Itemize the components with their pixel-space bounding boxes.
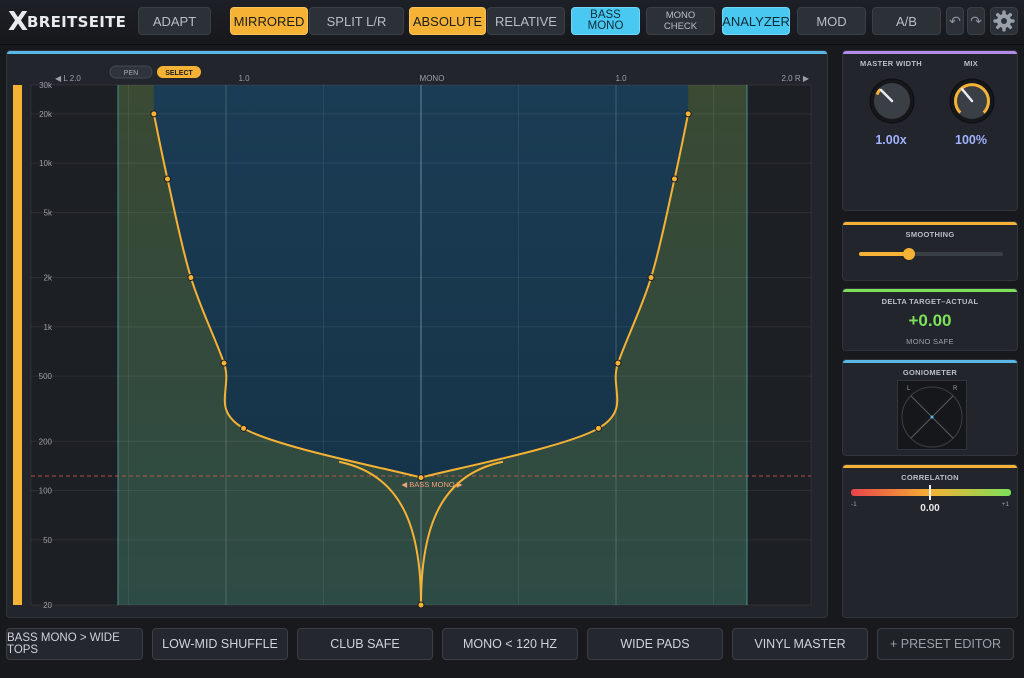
master-width-knob[interactable] xyxy=(868,77,916,125)
preset-vinyl-master[interactable]: VINYL MASTER xyxy=(732,628,868,660)
y-axis-tick-label: 20 xyxy=(43,601,52,610)
delta-status: MONO SAFE xyxy=(906,337,954,346)
curve-node[interactable] xyxy=(417,601,425,609)
delta-panel: DELTA TARGET–ACTUAL +0.00 MONO SAFE xyxy=(842,288,1018,351)
x-axis-right-label: 2.0 R ▶ xyxy=(782,74,810,83)
correlation-label: CORRELATION xyxy=(901,473,959,482)
smoothing-label: SMOOTHING xyxy=(905,230,955,239)
bass-mono-button[interactable]: BASS MONO xyxy=(571,7,640,35)
preset-bass-mono-wide-tops[interactable]: BASS MONO > WIDE TOPS xyxy=(6,628,143,660)
width-curve-graph[interactable]: ◀ BASS MONO ▶ ◀ L 2.0 1.0 MONO 1.0 2.0 R… xyxy=(7,51,829,619)
x-axis-center-label: MONO xyxy=(420,74,445,83)
goniometer-r-label: R xyxy=(953,386,958,392)
master-width-label: MASTER WIDTH xyxy=(860,59,922,68)
mono-check-button[interactable]: MONO CHECK xyxy=(646,7,715,35)
panel-accent-bar xyxy=(843,289,1017,292)
smoothing-panel: SMOOTHING xyxy=(842,221,1018,281)
ab-button[interactable]: A/B xyxy=(872,7,941,35)
correlation-panel: CORRELATION -1 +1 0.00 xyxy=(842,464,1018,618)
panel-accent-bar xyxy=(843,222,1017,225)
correlation-value: 0.00 xyxy=(920,503,940,514)
level-meter-bar xyxy=(13,85,22,605)
logo-mark: X xyxy=(8,7,28,37)
y-axis-tick-label: 10k xyxy=(39,159,53,168)
split-lr-button[interactable]: SPLIT L/R xyxy=(309,7,404,35)
delta-value: +0.00 xyxy=(908,311,952,330)
mod-button[interactable]: MOD xyxy=(797,7,866,35)
curve-node[interactable] xyxy=(164,175,171,183)
absolute-button[interactable]: ABSOLUTE xyxy=(409,7,486,35)
mix-knob[interactable] xyxy=(948,77,996,125)
mix-value: 100% xyxy=(955,133,987,147)
curve-node[interactable] xyxy=(614,359,622,367)
panel-accent-bar xyxy=(843,465,1017,468)
preset-club-safe[interactable]: CLUB SAFE xyxy=(297,628,433,660)
preset-wide-pads[interactable]: WIDE PADS xyxy=(587,628,723,660)
goniometer-display: L R xyxy=(897,380,967,450)
y-axis-tick-label: 30k xyxy=(39,81,53,90)
smoothing-slider-track[interactable] xyxy=(859,248,1003,260)
smoothing-slider-handle[interactable] xyxy=(903,248,916,260)
x-axis-left-label: ◀ L 2.0 xyxy=(55,74,81,83)
undo-icon[interactable]: ↶ xyxy=(946,7,964,35)
panel-accent-bar xyxy=(843,360,1017,363)
pen-tool-label: PEN xyxy=(124,70,138,77)
goniometer-label: GONIOMETER xyxy=(902,368,958,377)
smoothing-slider-fill xyxy=(859,252,910,256)
y-axis-tick-label: 1k xyxy=(44,323,53,332)
mono-check-label-1: MONO xyxy=(665,10,696,21)
curve-node[interactable] xyxy=(240,424,248,432)
y-axis-tick-label: 50 xyxy=(43,536,52,545)
master-width-value: 1.00x xyxy=(875,133,907,147)
y-axis-tick-label: 20k xyxy=(39,110,53,119)
logo-text: BREITSEITE xyxy=(27,13,127,31)
preset-mono-120hz[interactable]: MONO < 120 HZ xyxy=(442,628,578,660)
y-axis-tick-label: 500 xyxy=(39,372,53,381)
curve-node[interactable] xyxy=(187,274,195,282)
mix-label: MIX xyxy=(963,59,979,68)
top-toolbar: X BREITSEITE ADAPT MIRRORED SPLIT L/R AB… xyxy=(0,0,1024,45)
y-axis-tick-label: 5k xyxy=(44,208,53,217)
goniometer-panel: GONIOMETER L R xyxy=(842,359,1018,456)
redo-icon[interactable]: ↷ xyxy=(967,7,985,35)
adapt-button[interactable]: ADAPT xyxy=(138,7,211,35)
curve-node[interactable] xyxy=(417,474,425,482)
x-axis-right-mid-label: 1.0 xyxy=(615,74,627,83)
app-logo: X BREITSEITE xyxy=(8,7,127,37)
mono-check-label-2: CHECK xyxy=(663,21,698,32)
width-curve-editor[interactable]: ◀ BASS MONO ▶ ◀ L 2.0 1.0 MONO 1.0 2.0 R… xyxy=(6,50,828,618)
x-axis-left-mid-label: 1.0 xyxy=(238,74,250,83)
select-tool-label: SELECT xyxy=(165,70,193,77)
y-axis-tick-label: 200 xyxy=(39,437,53,446)
mirrored-button[interactable]: MIRRORED xyxy=(230,7,308,35)
master-width-mix-panel: MASTER WIDTH MIX 1.00x 100% xyxy=(842,50,1018,211)
analyzer-button[interactable]: ANALYZER xyxy=(722,7,790,35)
preset-low-mid-shuffle[interactable]: LOW-MID SHUFFLE xyxy=(152,628,288,660)
curve-node[interactable] xyxy=(220,359,228,367)
curve-node[interactable] xyxy=(647,274,655,282)
relative-button[interactable]: RELATIVE xyxy=(487,7,565,35)
delta-label: DELTA TARGET–ACTUAL xyxy=(881,297,979,306)
settings-gear-icon[interactable] xyxy=(990,7,1018,35)
y-axis-tick-label: 2k xyxy=(44,274,53,283)
correlation-needle xyxy=(929,485,931,500)
curve-node[interactable] xyxy=(150,110,158,118)
curve-node[interactable] xyxy=(671,175,678,183)
curve-node[interactable] xyxy=(594,424,602,432)
y-axis-tick-label: 100 xyxy=(39,487,53,496)
correlation-meter xyxy=(851,489,1011,496)
panel-accent-bar xyxy=(843,51,1017,54)
preset-editor-button[interactable]: + PRESET EDITOR xyxy=(877,628,1014,660)
curve-node[interactable] xyxy=(684,110,692,118)
